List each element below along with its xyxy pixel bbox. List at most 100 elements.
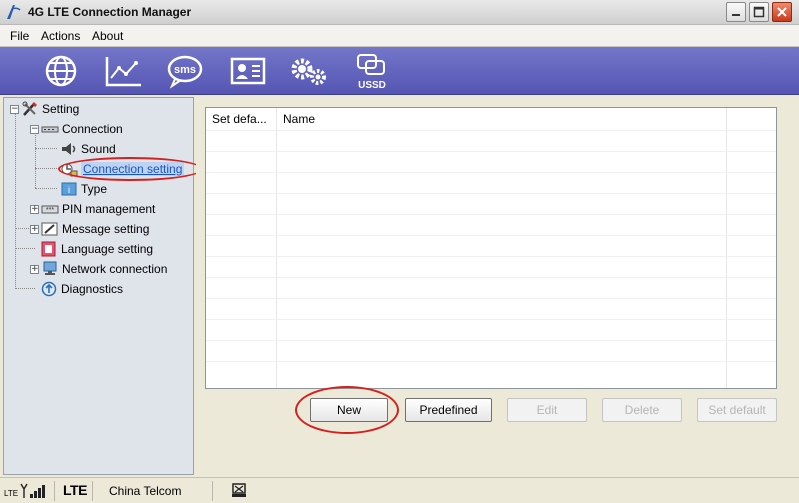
table-row-line: [206, 151, 776, 152]
signal-label: LTE: [4, 489, 19, 498]
edit-button[interactable]: Edit: [507, 398, 587, 422]
tree-item-label: Sound: [81, 142, 116, 156]
globe-icon: [45, 55, 77, 87]
svg-text:i: i: [68, 185, 70, 195]
expand-icon[interactable]: +: [30, 224, 39, 234]
table-row-line: [206, 340, 776, 341]
operator-name: China Telcom: [109, 484, 182, 498]
column-separator: [276, 108, 277, 388]
column-header-name[interactable]: Name: [283, 112, 315, 126]
tree-item-label: Type: [81, 182, 108, 196]
status-separator: [212, 481, 213, 501]
column-header-set-default[interactable]: Set defa...: [212, 112, 267, 126]
close-icon: [777, 7, 787, 17]
sms-icon-label: sms: [174, 64, 196, 76]
toolbar-settings-button[interactable]: [288, 52, 330, 90]
menu-bar: File Actions About: [0, 25, 799, 47]
minimize-icon: [732, 14, 740, 16]
table-row-line: [206, 193, 776, 194]
tree-item-type[interactable]: i Type: [60, 180, 107, 198]
tree-guide-line: [35, 168, 57, 169]
predefined-button[interactable]: Predefined: [405, 398, 492, 422]
minimize-button[interactable]: [726, 2, 746, 22]
menu-actions[interactable]: Actions: [41, 29, 80, 43]
network-type-label: LTE: [63, 482, 87, 498]
close-button[interactable]: [772, 2, 792, 22]
connection-profiles-table: Set defa... Name: [205, 107, 777, 389]
tree-item-label: Connection: [62, 122, 123, 136]
app-window: 4G LTE Connection Manager File Actions A…: [0, 0, 799, 503]
tools-icon: [22, 101, 37, 116]
settings-gears-icon: [291, 58, 326, 85]
tree-item-pin-management[interactable]: + *** PIN management: [30, 200, 155, 218]
collapse-icon[interactable]: −: [10, 104, 19, 114]
table-row-line: [206, 130, 776, 131]
table-row-line: [206, 319, 776, 320]
status-bar: LTE LTE China Telcom: [0, 477, 799, 503]
table-header: Set defa... Name: [206, 108, 776, 130]
delete-button[interactable]: Delete: [602, 398, 682, 422]
tree-guide-line: [35, 132, 36, 188]
connection-setting-icon: [61, 163, 78, 177]
tree-item-diagnostics[interactable]: Diagnostics: [40, 280, 123, 298]
app-logo-icon: [7, 5, 21, 19]
table-row-line: [206, 256, 776, 257]
diagnostics-icon: [41, 281, 57, 297]
tree-guide-line: [35, 148, 57, 149]
table-row-line: [206, 214, 776, 215]
table-row-line: [206, 277, 776, 278]
ussd-icon-label: USSD: [358, 80, 386, 91]
toolbar-statistics-button[interactable]: [103, 52, 143, 90]
ussd-icon: USSD: [357, 54, 386, 91]
toolbar-contacts-button[interactable]: [227, 52, 269, 90]
toolbar-ussd-button[interactable]: USSD: [352, 52, 392, 91]
set-default-button[interactable]: Set default: [697, 398, 777, 422]
tree-item-network-connection[interactable]: + Network connection: [30, 260, 167, 278]
tree-guide-line: [15, 288, 35, 289]
tree-item-sound[interactable]: Sound: [60, 140, 116, 158]
menu-about[interactable]: About: [92, 29, 123, 43]
tree-guide-line: [35, 188, 57, 189]
toolbar: sms USSD: [0, 47, 799, 95]
type-info-icon: i: [61, 182, 77, 196]
settings-tree: − Setting − Connection Sound Connection …: [3, 97, 203, 475]
expand-icon[interactable]: +: [30, 204, 39, 214]
disconnected-computer-icon: [232, 483, 246, 497]
main-panel: Set defa... Name New Predefined Edit Del…: [196, 97, 794, 475]
maximize-icon: [753, 6, 765, 18]
expand-icon[interactable]: +: [30, 264, 39, 274]
tree-item-label: Language setting: [61, 242, 154, 256]
status-separator: [54, 481, 55, 501]
tree-item-label: Network connection: [62, 262, 168, 276]
signal-strength: LTE: [4, 482, 48, 500]
tree-item-connection-setting[interactable]: Connection setting: [60, 160, 185, 178]
pin-keypad-icon: ***: [41, 205, 59, 214]
new-button[interactable]: New: [310, 398, 388, 422]
svg-text:***: ***: [46, 207, 54, 214]
tree-guide-line: [15, 112, 16, 289]
statistics-chart-icon: [105, 57, 141, 87]
tree-item-setting[interactable]: − Setting: [10, 100, 79, 118]
maximize-button[interactable]: [749, 2, 769, 22]
tree-item-message-setting[interactable]: + Message setting: [30, 220, 149, 238]
network-computer-icon: [43, 261, 57, 275]
table-row-line: [206, 235, 776, 236]
title-bar: 4G LTE Connection Manager: [0, 0, 799, 25]
tree-item-connection[interactable]: − Connection: [30, 120, 123, 138]
status-separator: [92, 481, 93, 501]
toolbar-sms-button[interactable]: sms: [165, 52, 205, 90]
tree-guide-line: [15, 248, 35, 249]
toolbar-internet-button[interactable]: [42, 52, 80, 90]
connection-modem-icon: [41, 126, 59, 133]
tree-item-language-setting[interactable]: Language setting: [40, 240, 153, 258]
collapse-icon[interactable]: −: [30, 124, 39, 134]
menu-file[interactable]: File: [10, 29, 29, 43]
tree-item-label: Connection setting: [81, 162, 185, 176]
speaker-icon: [62, 143, 76, 155]
table-row-line: [206, 361, 776, 362]
tree-item-label: Diagnostics: [61, 282, 124, 296]
sms-icon: sms: [167, 55, 203, 89]
language-icon: [41, 241, 56, 257]
tree-item-label: Setting: [42, 102, 80, 116]
table-row-line: [206, 172, 776, 173]
